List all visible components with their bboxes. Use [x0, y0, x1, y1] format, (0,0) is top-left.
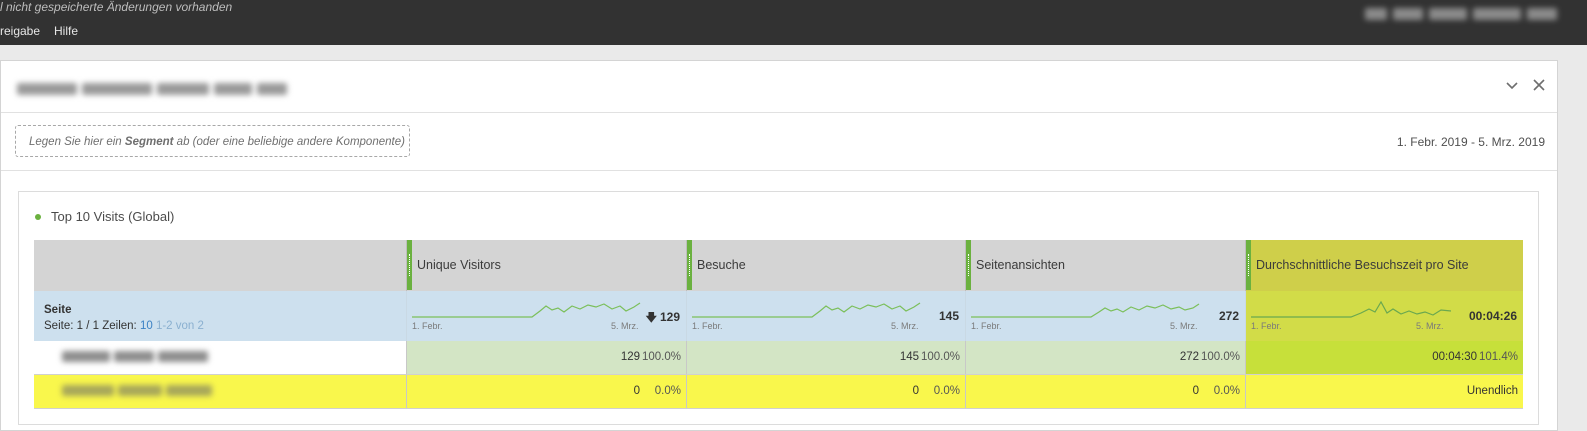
dropzone-text-suffix: ab (oder eine beliebige andere Komponent…: [173, 136, 405, 148]
menu-item-hilfe[interactable]: Hilfe: [54, 24, 78, 38]
metric-percent: 100.0%: [1200, 351, 1240, 363]
table-row[interactable]: 129 100.0% 145 100.0% 272 100.0% 00:04:3…: [34, 341, 1523, 375]
date-range[interactable]: 1. Febr. 2019 - 5. Mrz. 2019: [1397, 135, 1545, 149]
sparkline: [412, 302, 641, 318]
drag-handle-icon[interactable]: [966, 240, 971, 290]
metric-cell[interactable]: 272 100.0%: [965, 341, 1245, 374]
metric-value: 272: [1179, 351, 1199, 363]
metric-percent: 100.0%: [920, 351, 960, 363]
metric-value: 00:04:30: [1432, 351, 1477, 363]
freeform-table: Unique Visitors Besuche Seitenansichten …: [34, 240, 1525, 410]
dimension-header-cell: [34, 240, 406, 291]
sparkline-start-label: 1. Febr.: [692, 321, 723, 331]
metric-header-label: Seitenansichten: [976, 258, 1065, 272]
metric-value: 0: [1192, 385, 1199, 397]
metric-percent: 100.0%: [641, 351, 681, 363]
arrow-down-icon[interactable]: 🡇: [646, 312, 657, 324]
rows-per-page-select[interactable]: 10: [140, 320, 153, 332]
freeform-table-card: Top 10 Visits (Global) Unique Visitors B…: [18, 191, 1539, 425]
table-title-text: Top 10 Visits (Global): [51, 209, 175, 224]
metric-cell[interactable]: 0 0.0%: [406, 375, 686, 408]
app-header-bar: l nicht gespeicherte Änderungen vorhande…: [0, 0, 1587, 45]
drag-handle-icon[interactable]: [1246, 240, 1251, 290]
unsaved-changes-notice: l nicht gespeicherte Änderungen vorhande…: [0, 0, 233, 14]
dropzone-text-prefix: Legen Sie hier ein: [29, 136, 125, 148]
metric-header-label: Durchschnittliche Besuchszeit pro Site: [1256, 258, 1469, 272]
table-summary-row: Seite Seite: 1 / 1 Zeilen: 10 1-2 von 2 …: [34, 291, 1523, 342]
metric-value: 0: [912, 385, 919, 397]
metric-percent: 0.0%: [654, 385, 681, 397]
metric-header-durchschnittliche-besuchszeit[interactable]: Durchschnittliche Besuchszeit pro Site: [1245, 240, 1523, 291]
metric-value: 145: [899, 351, 919, 363]
metric-cell[interactable]: 0 0.0%: [686, 375, 965, 408]
metric-percent: 0.0%: [933, 385, 960, 397]
dimension-cell[interactable]: [34, 375, 406, 408]
sparkline: [971, 303, 1200, 318]
summary-cell-unique-visitors: 1. Febr. 5. Mrz. 🡇 129: [406, 291, 686, 341]
status-dot-icon: [35, 213, 41, 220]
sparkline-end-label: 5. Mrz.: [1170, 321, 1198, 331]
chevron-down-icon[interactable]: [1505, 78, 1519, 96]
sparkline-end-label: 5. Mrz.: [1416, 321, 1444, 331]
dimension-value-blurred: [62, 385, 222, 397]
pagination-page-value[interactable]: 1 / 1: [77, 320, 99, 332]
table-row[interactable]: 0 0.0% 0 0.0% 0 0.0% Unendlich: [34, 375, 1523, 409]
sparkline-end-label: 5. Mrz.: [611, 321, 639, 331]
dropzone-divider: [1, 170, 1557, 171]
user-info-blurred: [1365, 8, 1565, 24]
pagination-rows-label: Zeilen:: [102, 320, 137, 332]
metric-header-label: Unique Visitors: [417, 258, 501, 272]
metric-header-label: Besuche: [697, 258, 746, 272]
summary-total-value: 145: [938, 309, 959, 323]
metric-header-besuche[interactable]: Besuche: [686, 240, 965, 291]
summary-total-value: 129: [659, 310, 680, 324]
sparkline: [692, 302, 921, 318]
metric-value: 0: [633, 385, 640, 397]
metric-cell[interactable]: 00:04:30 101.4%: [1245, 341, 1523, 374]
drag-handle-icon[interactable]: [407, 240, 412, 290]
metric-cell[interactable]: 129 100.0%: [406, 341, 686, 374]
sparkline-end-label: 5. Mrz.: [891, 321, 919, 331]
metric-cell[interactable]: 145 100.0%: [686, 341, 965, 374]
table-header-row: Unique Visitors Besuche Seitenansichten …: [34, 240, 1523, 292]
dimension-value-blurred: [62, 351, 222, 363]
metric-percent: 101.4%: [1478, 351, 1518, 363]
metric-percent: 0.0%: [1213, 385, 1240, 397]
table-title[interactable]: Top 10 Visits (Global): [35, 209, 174, 224]
dimension-summary-cell: Seite Seite: 1 / 1 Zeilen: 10 1-2 von 2: [34, 291, 406, 341]
summary-total-value: 272: [1218, 309, 1239, 323]
panel-header-divider: [1, 112, 1557, 113]
sparkline: [1251, 300, 1452, 318]
sparkline-start-label: 1. Febr.: [971, 321, 1002, 331]
summary-cell-durchschnittliche-besuchszeit: 1. Febr. 5. Mrz. 00:04:26: [1245, 291, 1523, 341]
menu-item-freigabe[interactable]: reigabe: [0, 24, 40, 38]
metric-cell[interactable]: Unendlich: [1245, 375, 1523, 408]
summary-cell-besuche: 1. Febr. 5. Mrz. 145: [686, 291, 965, 341]
pagination-range: 1-2 von 2: [155, 320, 204, 332]
metric-value: 129: [620, 351, 640, 363]
dropzone-text-bold: Segment: [124, 136, 174, 148]
panel-title-blurred: [17, 82, 292, 98]
drag-handle-icon[interactable]: [687, 240, 692, 290]
metric-header-unique-visitors[interactable]: Unique Visitors: [406, 240, 686, 291]
summary-total: 🡇 129: [646, 309, 680, 328]
freeform-panel: Legen Sie hier ein Segment ab (oder eine…: [0, 60, 1558, 431]
sparkline-start-label: 1. Febr.: [1251, 321, 1282, 331]
summary-cell-seitenansichten: 1. Febr. 5. Mrz. 272: [965, 291, 1245, 341]
pagination-page-label: Seite:: [44, 320, 74, 332]
metric-value: Unendlich: [1466, 385, 1518, 397]
metric-cell[interactable]: 0 0.0%: [965, 375, 1245, 408]
dimension-cell[interactable]: [34, 341, 406, 374]
sparkline-start-label: 1. Febr.: [412, 321, 443, 331]
summary-total-value: 00:04:26: [1468, 309, 1517, 323]
segment-dropzone[interactable]: Legen Sie hier ein Segment ab (oder eine…: [15, 125, 410, 157]
metric-header-seitenansichten[interactable]: Seitenansichten: [965, 240, 1245, 291]
close-icon[interactable]: [1533, 78, 1545, 96]
dimension-name: Seite: [44, 304, 72, 316]
